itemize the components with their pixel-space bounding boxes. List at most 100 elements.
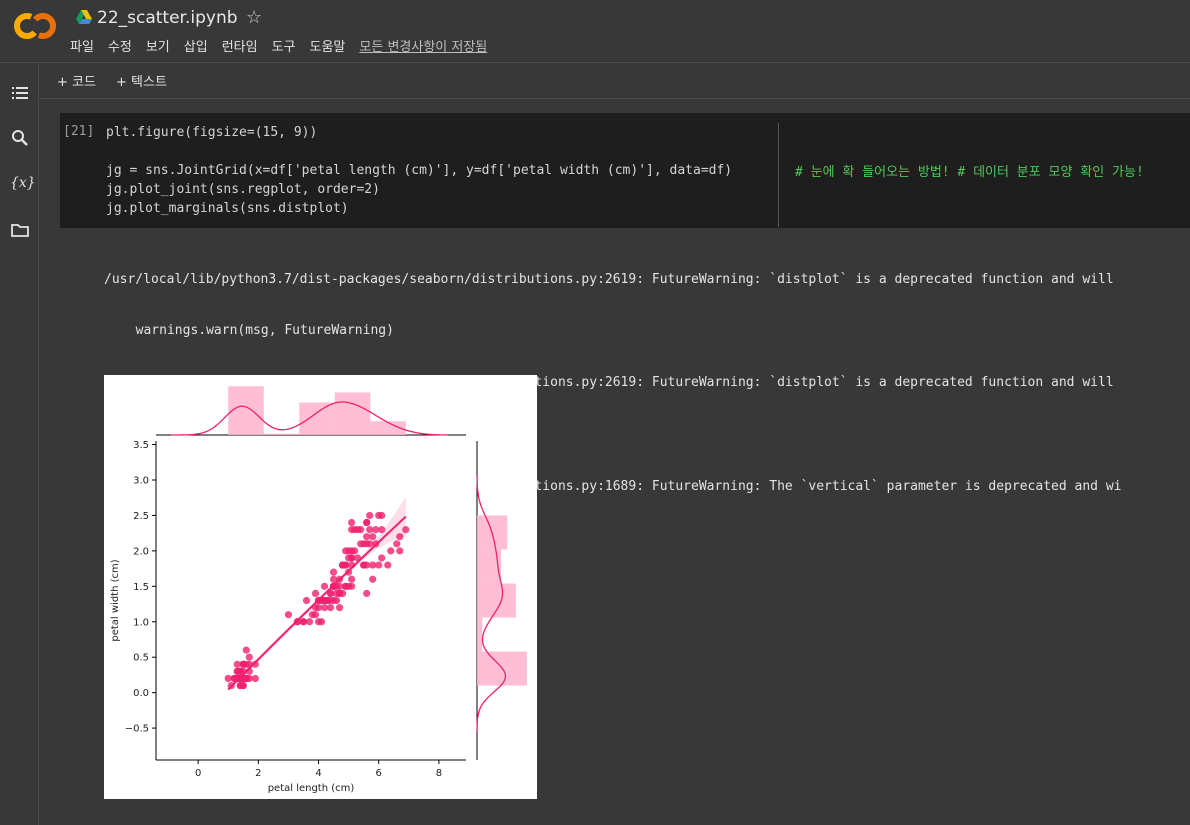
scatter-point xyxy=(329,568,338,576)
code-ruler xyxy=(778,123,779,227)
code-editor[interactable]: plt.figure(figsize=(15, 9)) jg = sns.Join… xyxy=(106,123,732,218)
code-line: plt.figure(figsize=(15, 9)) xyxy=(106,125,318,140)
scatter-point xyxy=(335,582,344,590)
x-marginal-bar xyxy=(334,392,371,435)
scatter-point xyxy=(348,518,356,527)
y-tick-label: 3.0 xyxy=(133,475,149,486)
scatter-point xyxy=(348,582,356,590)
scatter-point xyxy=(348,575,356,583)
scatter-point xyxy=(363,533,371,541)
scatter-point xyxy=(396,533,404,541)
x-axis-label: petal length (cm) xyxy=(268,783,355,794)
menu-help[interactable]: 도움말 xyxy=(310,36,346,55)
output-line: /usr/local/lib/python3.7/dist-packages/s… xyxy=(104,271,1114,287)
menu-edit[interactable]: 수정 xyxy=(108,36,132,55)
search-icon[interactable] xyxy=(10,128,30,148)
scatter-point xyxy=(345,554,353,562)
x-marginal-bar xyxy=(299,402,335,435)
star-icon[interactable]: ☆ xyxy=(246,7,262,28)
toolbar: + 코드 + 텍스트 xyxy=(39,63,1190,99)
scatter-point xyxy=(242,646,250,654)
code-comment: # 눈에 확 들어오는 방법! # 데이터 분포 모양 확인 가능! xyxy=(795,165,1144,180)
scatter-point xyxy=(363,589,371,598)
scatter-point xyxy=(284,611,293,619)
sidebar: {x} xyxy=(0,63,39,825)
scatter-point xyxy=(366,511,374,520)
scatter-point xyxy=(308,611,317,619)
scatter-point xyxy=(302,596,311,605)
x-tick-label: 4 xyxy=(315,768,321,779)
scatter-point xyxy=(351,547,359,555)
scatter-point xyxy=(357,526,365,534)
scatter-point xyxy=(372,526,380,534)
menu-file[interactable]: 파일 xyxy=(70,36,94,55)
scatter-point xyxy=(317,618,326,626)
y-tick-label: −0.5 xyxy=(125,724,149,735)
x-tick-label: 8 xyxy=(436,768,442,779)
scatter-point xyxy=(357,540,365,548)
menu-view[interactable]: 보기 xyxy=(146,36,170,55)
scatter-point xyxy=(339,561,347,569)
add-text-button[interactable]: + 텍스트 xyxy=(116,71,167,90)
y-axis-label: petal width (cm) xyxy=(110,559,121,641)
x-tick-label: 2 xyxy=(255,768,261,779)
menu-tools[interactable]: 도구 xyxy=(272,36,296,55)
scatter-point xyxy=(384,561,392,569)
scatter-point xyxy=(239,660,247,668)
scatter-point xyxy=(396,547,404,555)
notebook-title[interactable]: 22_scatter.ipynb xyxy=(97,8,238,28)
scatter-point xyxy=(378,554,386,562)
scatter-point xyxy=(378,511,386,520)
scatter-point xyxy=(369,575,377,583)
scatter-point xyxy=(342,547,350,555)
y-tick-label: 1.0 xyxy=(133,617,149,628)
folder-icon[interactable] xyxy=(10,220,30,240)
scatter-point xyxy=(236,681,244,690)
menu-runtime[interactable]: 런타임 xyxy=(222,36,258,55)
scatter-point xyxy=(360,561,368,569)
y-tick-label: 2.5 xyxy=(133,511,149,522)
scatter-point xyxy=(320,582,329,590)
execution-count[interactable]: [21] xyxy=(63,124,94,139)
menu-insert[interactable]: 삽입 xyxy=(184,36,208,55)
variables-icon[interactable]: {x} xyxy=(10,175,36,195)
y-tick-label: 0.0 xyxy=(133,688,149,699)
y-marginal-bar xyxy=(477,617,483,652)
scatter-point xyxy=(332,589,341,598)
y-tick-label: 2.0 xyxy=(133,546,149,557)
x-marginal-bar xyxy=(228,386,264,435)
scatter-point xyxy=(320,603,329,612)
y-marginal-bar xyxy=(477,583,516,618)
x-tick-label: 6 xyxy=(376,768,382,779)
code-line: jg.plot_joint(sns.regplot, order=2) xyxy=(106,182,380,197)
scatter-point xyxy=(245,653,253,661)
scatter-point xyxy=(335,603,344,612)
scatter-point xyxy=(393,540,401,548)
code-cell[interactable]: [21] plt.figure(figsize=(15, 9)) jg = sns… xyxy=(60,113,1190,228)
scatter-point xyxy=(363,518,371,527)
menu-bar: 파일 수정 보기 삽입 런타임 도구 도움말 모든 변경사항이 저장됨 xyxy=(70,36,501,55)
scatter-point xyxy=(251,674,259,683)
drive-icon[interactable] xyxy=(76,10,92,24)
add-code-button[interactable]: + 코드 xyxy=(57,71,96,90)
save-status[interactable]: 모든 변경사항이 저장됨 xyxy=(359,36,487,55)
header: 22_scatter.ipynb ☆ 파일 수정 보기 삽입 런타임 도구 도움… xyxy=(0,0,1190,63)
y-tick-label: 0.5 xyxy=(133,653,149,664)
code-line: jg = sns.JointGrid(x=df['petal length (c… xyxy=(106,163,733,178)
scatter-point xyxy=(402,526,410,534)
y-tick-label: 1.5 xyxy=(133,582,149,593)
output-line: warnings.warn(msg, FutureWarning) xyxy=(120,323,394,339)
scatter-point xyxy=(311,589,320,598)
colab-logo[interactable] xyxy=(14,10,56,42)
scatter-point xyxy=(387,547,395,555)
code-line: jg.plot_marginals(sns.distplot) xyxy=(106,201,349,216)
x-tick-label: 0 xyxy=(195,768,201,779)
joint-plot-svg: 0 2 4 6 8 −0.5 0.0 0.5 1.0 1.5 2.0 2.5 3.0 3.5 petal l… xyxy=(110,386,527,794)
scatter-point xyxy=(375,561,383,569)
y-tick-label: 3.5 xyxy=(133,440,149,451)
x-marginal-bar xyxy=(263,433,300,435)
joint-plot-figure: 0 2 4 6 8 −0.5 0.0 0.5 1.0 1.5 2.0 2.5 3.0 3.5 petal l… xyxy=(104,375,537,799)
table-of-contents-icon[interactable] xyxy=(10,83,30,103)
scatter-point xyxy=(305,618,314,626)
